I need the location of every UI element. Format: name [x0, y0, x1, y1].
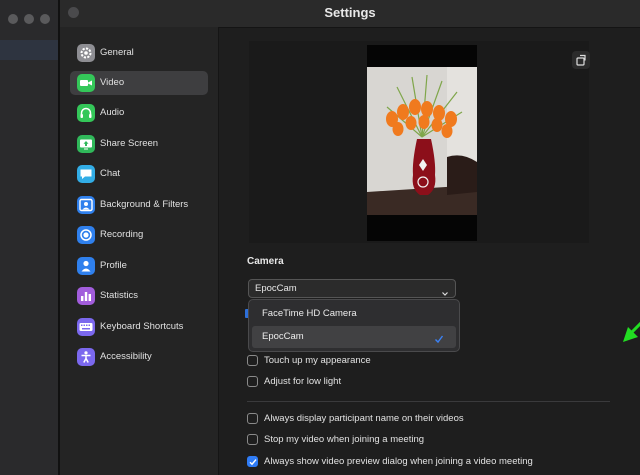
sidebar-item-label: Chat — [100, 168, 121, 179]
option-label: Stop my video when joining a meeting — [264, 434, 425, 445]
sidebar-item-label: Keyboard Shortcuts — [100, 321, 184, 332]
rotate-video-button[interactable] — [572, 51, 590, 69]
video-preview-checkbox[interactable] — [247, 456, 258, 467]
person-icon — [77, 257, 95, 275]
camera-option-label: EpocCam — [262, 331, 304, 342]
sidebar-item-recording[interactable]: Recording — [70, 223, 208, 247]
minimize-window-dot[interactable] — [24, 14, 34, 24]
option-label: Adjust for low light — [264, 376, 342, 387]
camera-option-facetime[interactable]: FaceTime HD Camera — [252, 303, 456, 325]
sidebar-item-label: Accessibility — [100, 351, 152, 362]
headphones-icon — [77, 104, 95, 122]
bar-chart-icon — [77, 287, 95, 305]
camera-select-value: EpocCam — [255, 283, 297, 294]
stop-video-checkbox[interactable] — [247, 434, 258, 445]
video-camera-icon — [77, 74, 95, 92]
gear-icon — [77, 44, 95, 62]
sidebar-item-label: Statistics — [100, 290, 139, 301]
annotation-arrow-icon — [619, 304, 640, 355]
sidebar-item-general[interactable]: General — [70, 41, 208, 65]
chat-bubble-icon — [77, 165, 95, 183]
low-light-checkbox[interactable] — [247, 376, 258, 387]
zoom-window-dot[interactable] — [40, 14, 50, 24]
keyboard-icon — [77, 318, 95, 336]
sidebar-item-label: Video — [100, 77, 125, 88]
accessibility-icon — [77, 348, 95, 366]
display-names-checkbox[interactable] — [247, 413, 258, 424]
share-screen-icon — [77, 135, 95, 153]
camera-preview — [367, 45, 477, 241]
camera-dropdown-menu: FaceTime HD Camera EpocCam — [248, 299, 460, 352]
titlebar: Settings — [60, 0, 640, 28]
sidebar-item-audio[interactable]: Audio — [70, 101, 208, 125]
sidebar-item-accessibility[interactable]: Accessibility — [70, 345, 208, 369]
background-selected-row — [0, 40, 60, 60]
camera-preview-image — [367, 67, 477, 215]
checkmark-icon — [249, 459, 257, 466]
camera-section-label: Camera — [247, 256, 284, 267]
settings-window: Settings General Video Audio Share Scree… — [60, 0, 640, 475]
background-app-window — [0, 0, 60, 475]
sidebar-item-label: Audio — [100, 107, 125, 118]
record-icon — [77, 226, 95, 244]
section-divider — [247, 401, 610, 402]
background-titlebar — [0, 0, 60, 36]
video-settings-panel: Camera EpocCam FaceTime HD Camera EpocCa… — [219, 27, 640, 475]
checkmark-icon — [434, 331, 444, 349]
sidebar-item-video[interactable]: Video — [70, 71, 208, 95]
option-label: Always show video preview dialog when jo… — [264, 456, 533, 467]
sidebar-item-share-screen[interactable]: Share Screen — [70, 132, 208, 156]
window-title: Settings — [324, 5, 376, 20]
camera-option-label: FaceTime HD Camera — [262, 308, 357, 319]
camera-select[interactable]: EpocCam — [248, 279, 456, 298]
sidebar-item-profile[interactable]: Profile — [70, 254, 208, 278]
option-label: Touch up my appearance — [264, 355, 371, 366]
camera-option-epoccam[interactable]: EpocCam — [252, 326, 456, 348]
option-label: Always display participant name on their… — [264, 413, 464, 424]
sidebar-item-label: Profile — [100, 260, 127, 271]
sidebar-item-keyboard-shortcuts[interactable]: Keyboard Shortcuts — [70, 315, 208, 339]
settings-sidebar: General Video Audio Share Screen Chat Ba… — [60, 27, 219, 475]
sidebar-item-chat[interactable]: Chat — [70, 162, 208, 186]
sidebar-item-background-filters[interactable]: Background & Filters — [70, 193, 208, 217]
sidebar-item-statistics[interactable]: Statistics — [70, 284, 208, 308]
sidebar-item-label: General — [100, 47, 134, 58]
close-window-dot[interactable] — [8, 14, 18, 24]
portrait-icon — [77, 196, 95, 214]
sidebar-item-label: Share Screen — [100, 138, 159, 149]
sidebar-item-label: Recording — [100, 229, 144, 240]
rotate-icon — [572, 54, 590, 73]
sidebar-item-label: Background & Filters — [100, 199, 189, 210]
touch-up-checkbox[interactable] — [247, 355, 258, 366]
